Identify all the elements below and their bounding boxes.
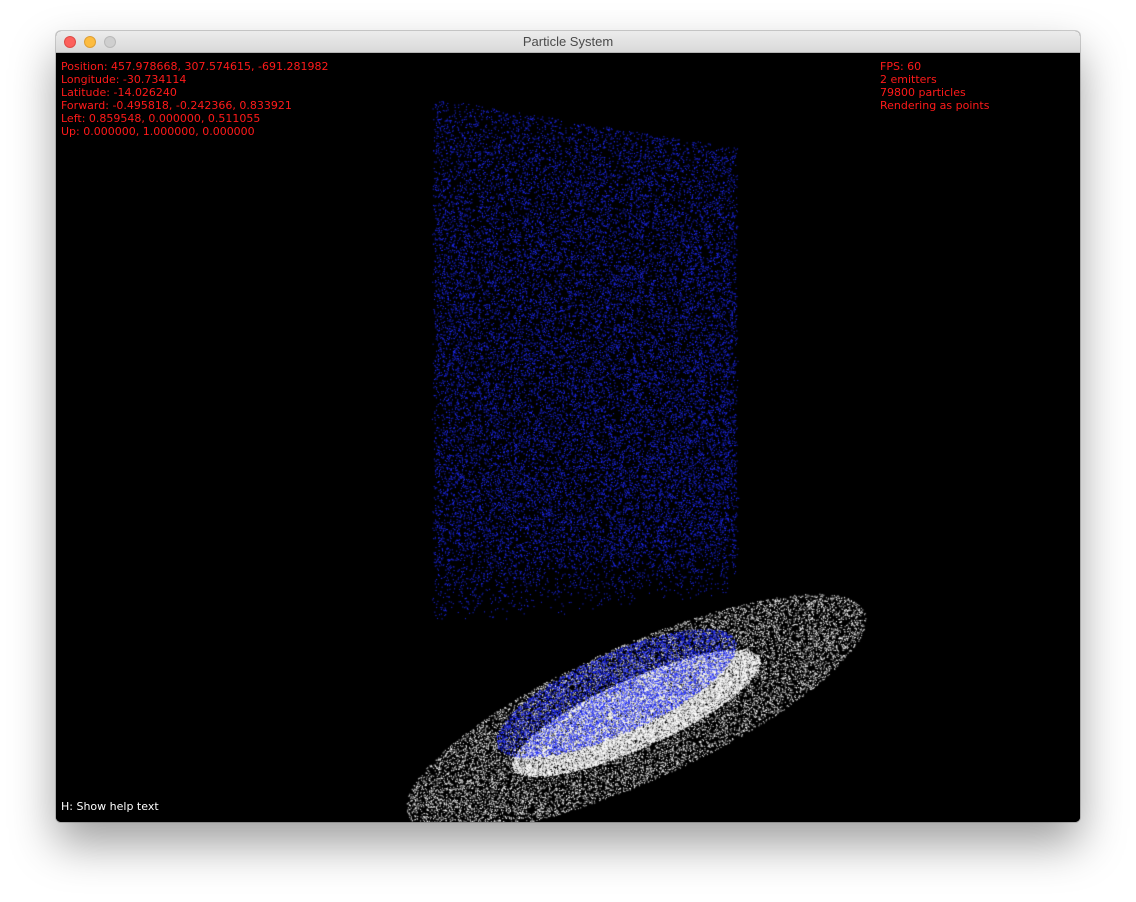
camera-left-text: Left: 0.859548, 0.000000, 0.511055: [61, 112, 261, 125]
camera-latitude-text: Latitude: -14.026240: [61, 86, 177, 99]
render-mode-text: Rendering as points: [880, 99, 990, 112]
camera-position-text: Position: 457.978668, 307.574615, -691.2…: [61, 60, 329, 73]
camera-info-panel: Position: 457.978668, 307.574615, -691.2…: [61, 60, 328, 138]
render-viewport[interactable]: Position: 457.978668, 307.574615, -691.2…: [56, 53, 1080, 822]
help-hint: H: Show help text: [61, 800, 159, 813]
particle-canvas[interactable]: [56, 53, 1080, 822]
app-window: Particle System Position: 457.978668, 30…: [56, 31, 1080, 822]
title-bar[interactable]: Particle System: [56, 31, 1080, 53]
window-title: Particle System: [522, 34, 614, 49]
camera-forward-text: Forward: -0.495818, -0.242366, 0.833921: [61, 99, 292, 112]
camera-longitude-text: Longitude: -30.734114: [61, 73, 187, 86]
particle-count-text: 79800 particles: [880, 86, 966, 99]
camera-up-text: Up: 0.000000, 1.000000, 0.000000: [61, 125, 255, 138]
stats-panel: FPS: 60 2 emitters 79800 particles Rende…: [880, 60, 989, 112]
fps-text: FPS: 60: [880, 60, 922, 73]
emitter-count-text: 2 emitters: [880, 73, 937, 86]
